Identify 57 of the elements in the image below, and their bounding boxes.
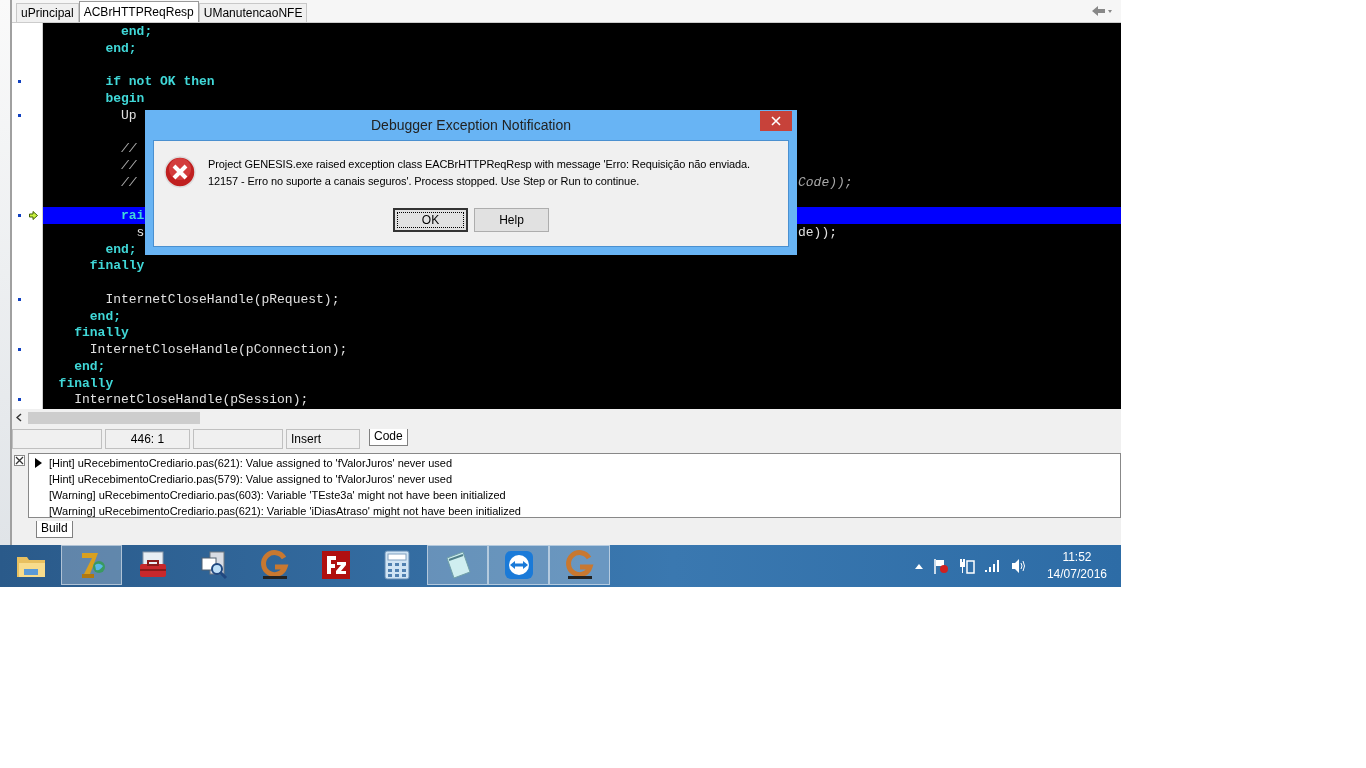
code-line: rai bbox=[120, 207, 145, 225]
taskbar-app[interactable] bbox=[549, 545, 610, 585]
error-icon bbox=[164, 156, 196, 188]
file-tab[interactable]: ACBrHTTPReqResp bbox=[78, 1, 199, 22]
code-line: InternetCloseHandle(pSession); bbox=[73, 391, 309, 409]
code-line: begin bbox=[104, 89, 145, 107]
taskbar-app[interactable] bbox=[488, 545, 549, 585]
calculator-icon bbox=[383, 550, 410, 580]
close-icon bbox=[771, 116, 781, 126]
show-hidden-icons-icon[interactable] bbox=[914, 563, 923, 569]
power-battery-icon[interactable] bbox=[958, 558, 975, 574]
build-tab[interactable]: Build bbox=[36, 521, 73, 538]
message-line[interactable]: [Warning] uRecebimentoCrediario.pas(603): Variable 'TEste3a' might not have been initialized bbox=[49, 487, 1120, 503]
signal-icon[interactable] bbox=[984, 560, 1001, 572]
close-icon[interactable] bbox=[14, 455, 25, 466]
code-line: // bbox=[120, 156, 137, 174]
dialog-title: Debugger Exception Notification bbox=[371, 117, 571, 133]
code-line: finally bbox=[73, 324, 129, 342]
code-line: finally bbox=[57, 374, 114, 392]
code-line: InternetCloseHandle(pRequest); bbox=[104, 290, 340, 308]
code-line: de)); bbox=[798, 223, 837, 241]
code-line: // bbox=[120, 173, 137, 191]
message-line[interactable]: [Warning] uRecebimentoCrediario.pas(621): Variable 'iDiasAtraso' might not have been initialized bbox=[49, 503, 1120, 517]
code-line: Code)); bbox=[798, 173, 853, 191]
dialog-button[interactable]: Help bbox=[474, 208, 549, 232]
flag-error-icon[interactable] bbox=[932, 558, 949, 574]
g-logo-icon bbox=[258, 549, 291, 581]
code-line: end; bbox=[88, 307, 121, 325]
clock-time[interactable]: 11:52 bbox=[1062, 549, 1092, 566]
file-tab[interactable]: uPrincipal bbox=[16, 3, 79, 22]
code-line: end; bbox=[73, 357, 106, 375]
selected-item-icon bbox=[35, 458, 42, 468]
code-line: end; bbox=[104, 39, 137, 57]
code-line: s bbox=[135, 223, 145, 241]
message-line[interactable]: [Hint] uRecebimentoCrediario.pas(621): Value assigned to 'fValorJuros' never used bbox=[49, 455, 1120, 471]
error-message: Project GENESIS.exe raised exception class EACBrHTTPReqResp with message 'Erro: Requisição não enviada. 12157 - Erro no suporte a canais seguros'. Process stopped. Use Step or Run to continue. bbox=[208, 157, 751, 189]
code-tab[interactable]: Code bbox=[369, 429, 408, 446]
code-line: if not OK then bbox=[104, 73, 215, 91]
insert-mode: Insert bbox=[286, 429, 360, 449]
g-logo-icon bbox=[563, 549, 596, 581]
code-line: finally bbox=[88, 257, 145, 275]
code-line: // bbox=[120, 140, 137, 158]
dialog-button[interactable]: OK bbox=[393, 208, 468, 232]
cursor-position: 446: 1 bbox=[105, 429, 190, 449]
speaker-icon[interactable] bbox=[1010, 558, 1027, 574]
back-arrow-icon[interactable] bbox=[1091, 5, 1113, 17]
message-line[interactable]: [Hint] uRecebimentoCrediario.pas(579): Value assigned to 'fValorJuros' never used bbox=[49, 471, 1120, 487]
clock-date[interactable]: 14/07/2016 bbox=[1046, 566, 1107, 583]
fz-logo-icon bbox=[320, 550, 351, 580]
scroll-left-icon[interactable] bbox=[16, 413, 22, 422]
file-tab[interactable]: UManutencaoNFE bbox=[198, 3, 308, 22]
remote-control-icon bbox=[503, 550, 534, 580]
code-line: Up bbox=[120, 106, 137, 124]
code-line: end; bbox=[120, 23, 153, 40]
code-line: end; bbox=[104, 240, 137, 258]
code-line: InternetCloseHandle(pConnection); bbox=[88, 341, 348, 359]
close-button[interactable] bbox=[760, 111, 792, 131]
